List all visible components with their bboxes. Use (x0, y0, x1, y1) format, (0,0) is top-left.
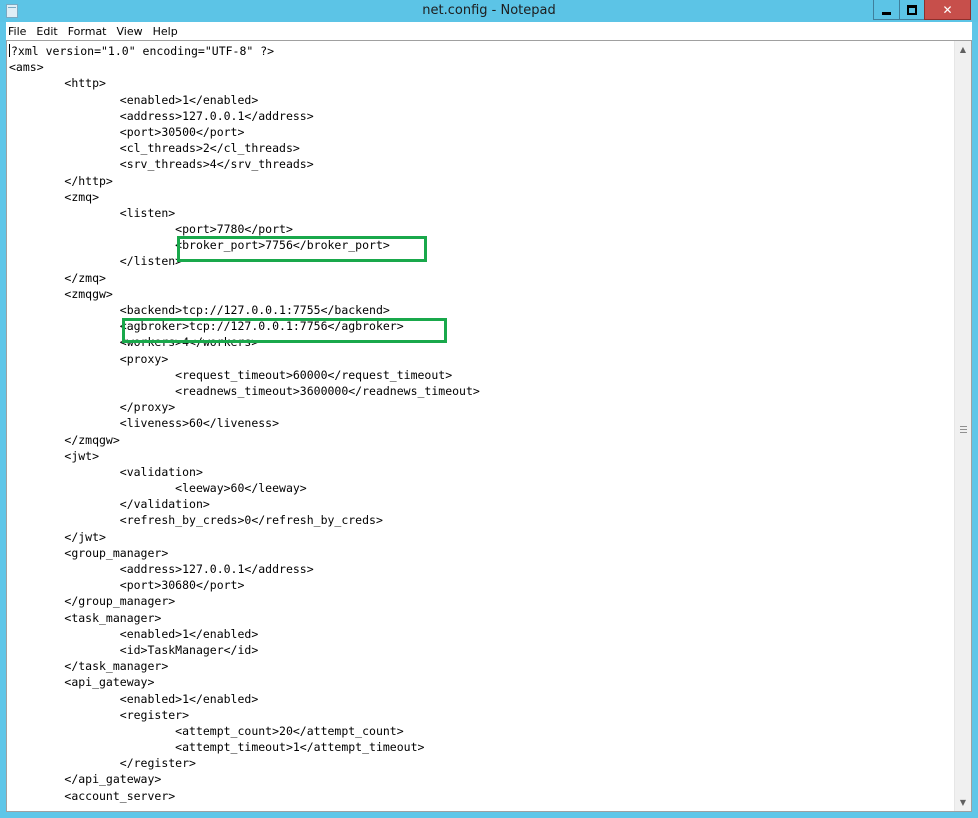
chevron-up-icon: ▲ (959, 45, 967, 54)
close-button[interactable]: ✕ (924, 0, 971, 20)
notepad-window: net.config - Notepad ✕ File Edit Format … (0, 0, 978, 818)
text-line[interactable]: <cl_threads>2</cl_threads> (9, 140, 953, 156)
menu-help[interactable]: Help (148, 25, 183, 38)
text-line[interactable]: <group_manager> (9, 545, 953, 561)
text-line[interactable]: <enabled>1</enabled> (9, 691, 953, 707)
text-line[interactable]: <address>127.0.0.1</address> (9, 108, 953, 124)
text-line[interactable]: <request_timeout>60000</request_timeout> (9, 367, 953, 383)
text-line[interactable]: <port>7780</port> (9, 221, 953, 237)
text-line[interactable]: <srv_threads>4</srv_threads> (9, 156, 953, 172)
text-line[interactable]: <listen> (9, 205, 953, 221)
highlight-box-broker-port (177, 236, 427, 262)
text-line[interactable]: <attempt_count>20</attempt_count> (9, 723, 953, 739)
menu-file[interactable]: File (6, 25, 31, 38)
text-line[interactable]: </jwt> (9, 529, 953, 545)
text-line[interactable]: <enabled>1</enabled> (9, 92, 953, 108)
scroll-down-button[interactable]: ▼ (955, 794, 971, 811)
menu-view[interactable]: View (112, 25, 148, 38)
text-line[interactable]: </http> (9, 173, 953, 189)
text-line[interactable]: <backend>tcp://127.0.0.1:7755</backend> (9, 302, 953, 318)
text-line[interactable]: ?xml version="1.0" encoding="UTF-8" ?> (9, 43, 953, 59)
text-line[interactable]: <refresh_by_creds>0</refresh_by_creds> (9, 512, 953, 528)
text-line[interactable]: </listen> (9, 253, 953, 269)
text-line[interactable]: <http> (9, 75, 953, 91)
chevron-down-icon: ▼ (959, 798, 967, 807)
text-line[interactable]: <port>30500</port> (9, 124, 953, 140)
text-line[interactable]: <attempt_timeout>1</attempt_timeout> (9, 739, 953, 755)
scrollbar-grip-icon (960, 426, 967, 433)
text-line-content: ?xml version="1.0" encoding="UTF-8" ?> (11, 44, 275, 58)
text-line[interactable]: <id>TaskManager</id> (9, 642, 953, 658)
text-line[interactable]: <liveness>60</liveness> (9, 415, 953, 431)
scroll-up-button[interactable]: ▲ (955, 41, 971, 58)
text-line[interactable]: <zmq> (9, 189, 953, 205)
text-line[interactable]: <ams> (9, 59, 953, 75)
text-line[interactable]: <readnews_timeout>3600000</readnews_time… (9, 383, 953, 399)
menu-edit[interactable]: Edit (31, 25, 62, 38)
text-line[interactable]: </group_manager> (9, 593, 953, 609)
title-bar[interactable]: net.config - Notepad ✕ (0, 0, 978, 22)
text-line[interactable]: <task_manager> (9, 610, 953, 626)
text-line[interactable]: <enabled>1</enabled> (9, 626, 953, 642)
menu-bar: File Edit Format View Help (6, 22, 972, 40)
editor-text-area[interactable]: ?xml version="1.0" encoding="UTF-8" ?> <a… (9, 43, 953, 809)
close-icon: ✕ (942, 2, 953, 17)
vertical-scrollbar[interactable]: ▲ ▼ (954, 41, 971, 811)
text-line[interactable]: </register> (9, 755, 953, 771)
text-line[interactable]: <zmqgw> (9, 286, 953, 302)
text-line[interactable]: <leeway>60</leeway> (9, 480, 953, 496)
scrollbar-thumb[interactable] (956, 58, 970, 794)
highlight-box-agbroker (122, 318, 447, 343)
text-line[interactable]: <port>30680</port> (9, 577, 953, 593)
text-line[interactable]: <broker_port>7756</broker_port> (9, 237, 953, 253)
text-line[interactable]: <account_server> (9, 788, 953, 804)
text-line[interactable]: </proxy> (9, 399, 953, 415)
text-caret (9, 44, 10, 57)
minimize-button[interactable] (873, 0, 900, 20)
maximize-icon (907, 4, 917, 15)
minimize-icon (882, 11, 891, 15)
text-line[interactable]: <register> (9, 707, 953, 723)
menu-format[interactable]: Format (63, 25, 112, 38)
text-line[interactable]: <jwt> (9, 448, 953, 464)
text-line[interactable]: </zmqgw> (9, 432, 953, 448)
text-line[interactable]: </zmq> (9, 270, 953, 286)
text-line[interactable]: </validation> (9, 496, 953, 512)
text-line[interactable]: <proxy> (9, 351, 953, 367)
window-title: net.config - Notepad (422, 3, 556, 18)
text-line[interactable]: <validation> (9, 464, 953, 480)
text-line[interactable]: <api_gateway> (9, 674, 953, 690)
text-line[interactable]: </api_gateway> (9, 771, 953, 787)
maximize-button[interactable] (899, 0, 925, 20)
text-line[interactable]: </task_manager> (9, 658, 953, 674)
text-editor[interactable]: ?xml version="1.0" encoding="UTF-8" ?> <a… (6, 40, 972, 812)
text-line[interactable]: <address>127.0.0.1</address> (9, 561, 953, 577)
